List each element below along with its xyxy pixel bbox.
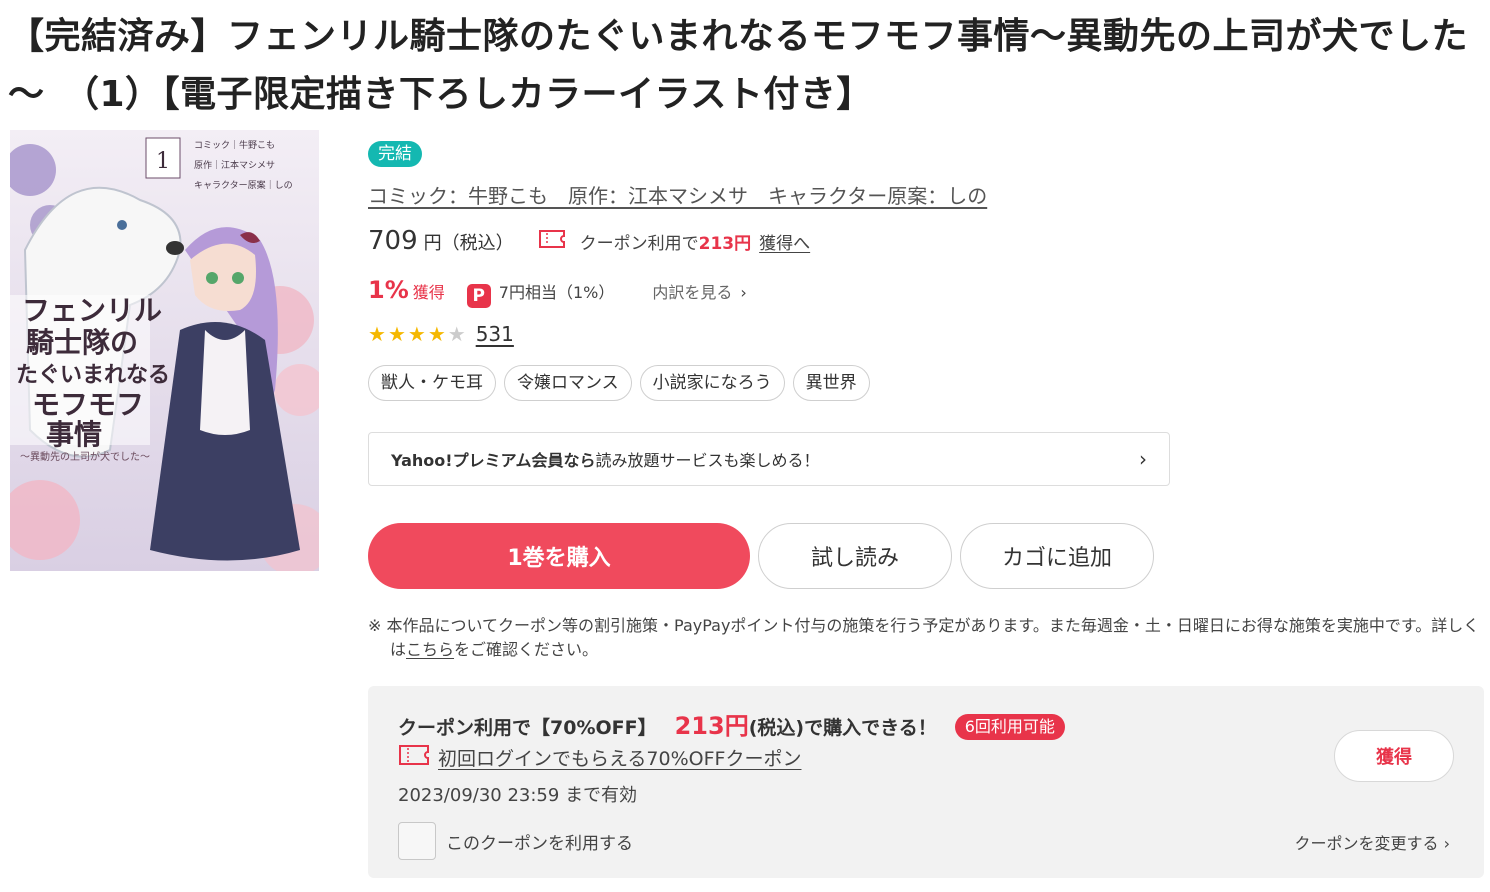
points-row: 1% 獲得 P 7円相当（1%） 内訳を見る ›: [368, 276, 747, 308]
star-icon: ★: [368, 322, 386, 346]
coupon-link[interactable]: クーポン利用で 213円 獲得へ: [538, 229, 810, 254]
coupon-use-toggle[interactable]: このクーポンを利用する: [398, 822, 633, 860]
coupon-price: 213円: [674, 712, 749, 740]
tag-chip[interactable]: 異世界: [792, 365, 870, 401]
star-icon: ★: [447, 322, 466, 346]
coupon-panel: クーポン利用で【70%OFF】 213円 (税込)で購入できる！ 6回利用可能 …: [368, 686, 1484, 878]
notice-link[interactable]: こちら: [406, 640, 454, 659]
tag-chip[interactable]: 獣人・ケモ耳: [368, 365, 496, 401]
rating: ★ ★ ★ ★ ★ 531: [368, 322, 514, 346]
page-title: 【完結済み】フェンリル騎士隊のたぐいまれなるモフモフ事情～異動先の上司が犬でした…: [8, 16, 1469, 115]
coupon-get-link[interactable]: 獲得へ: [759, 229, 810, 254]
status-badge: 完結: [368, 141, 422, 167]
review-count-link[interactable]: 531: [476, 322, 514, 346]
cover-volume: 1: [156, 149, 170, 174]
chevron-right-icon: ›: [740, 283, 747, 302]
cover-image[interactable]: フェンリル 騎士隊の たぐいまれなる モフモフ 事情 ～異動先の上司が犬でした～…: [10, 130, 319, 571]
buy-button[interactable]: 1巻を購入: [368, 523, 750, 589]
yahoo-premium-bold: Yahoo!プレミアム会員なら: [391, 451, 596, 470]
price-value: 709: [368, 226, 418, 256]
coupon-change-label: クーポンを変更する: [1294, 834, 1439, 853]
chevron-right-icon: ›: [1443, 834, 1450, 853]
tag-chip[interactable]: 令嬢ロマンス: [504, 365, 632, 401]
star-icon: ★: [407, 322, 426, 346]
coupon-lead: クーポン利用で【70%OFF】: [398, 717, 657, 739]
trial-read-button[interactable]: 試し読み: [758, 523, 952, 589]
cover-illustration: フェンリル 騎士隊の たぐいまれなる モフモフ 事情 ～異動先の上司が犬でした～…: [10, 130, 319, 571]
notice-suffix: をご確認ください。: [454, 640, 599, 659]
author-links[interactable]: コミック：牛野こも 原作：江本マシメサ キャラクター原案：しの: [368, 180, 987, 209]
points-breakdown-link[interactable]: 内訳を見る ›: [652, 279, 746, 303]
add-to-cart-button[interactable]: カゴに追加: [960, 523, 1154, 589]
star-icon: ★: [387, 322, 406, 346]
coupon-change-link[interactable]: クーポンを変更する ›: [1294, 830, 1450, 854]
yahoo-premium-text: 読み放題サービスも楽しめる！: [595, 451, 820, 470]
coupon-prefix: クーポン利用で: [579, 234, 699, 254]
coupon-name-link[interactable]: 初回ログインでもらえる70%OFFクーポン: [398, 744, 801, 771]
price-row: 709 円（税込） クーポン利用で 213円 獲得へ: [368, 226, 810, 256]
coupon-get-button[interactable]: 獲得: [1334, 730, 1454, 782]
points-yen-equivalent: 7円相当（1%）: [498, 283, 615, 302]
points-get-label: 獲得: [412, 283, 445, 302]
yahoo-premium-banner[interactable]: Yahoo!プレミアム会員なら 読み放題サービスも楽しめる！ ›: [368, 432, 1170, 486]
star-rating: ★ ★ ★ ★ ★: [368, 324, 466, 344]
paypay-icon: P: [466, 284, 491, 308]
coupon-use-checkbox[interactable]: [398, 822, 436, 860]
coupon-expiry: 2023/09/30 23:59 まで有効: [398, 785, 638, 806]
coupon-use-label: このクーポンを利用する: [446, 833, 633, 854]
coupon-uses-badge: 6回利用可能: [954, 714, 1065, 740]
coupon-tail: (税込)で購入できる！: [748, 717, 937, 739]
tag-chip[interactable]: 小説家になろう: [639, 365, 785, 401]
cover-subtitle: ～異動先の上司が犬でした～: [20, 450, 150, 463]
coupon-ticket-icon: [538, 229, 566, 254]
points-percent: 1%: [368, 276, 409, 304]
coupon-name: 初回ログインでもらえる70%OFFクーポン: [438, 748, 802, 770]
coupon-ticket-icon: [398, 744, 430, 771]
coupon-amount: 213円: [698, 234, 752, 254]
cover-credits: コミック｜牛野こも 原作｜江本マシメサ キャラクター原案｜しの: [194, 139, 293, 191]
coupon-headline: クーポン利用で【70%OFF】 213円 (税込)で購入できる！ 6回利用可能: [398, 706, 1065, 742]
price-unit: 円（税込）: [423, 233, 514, 254]
campaign-notice: ※ 本作品についてクーポン等の割引施策・PayPayポイント付与の施策を行う予定…: [368, 614, 1480, 662]
tag-list: 獣人・ケモ耳 令嬢ロマンス 小説家になろう 異世界: [368, 365, 870, 401]
star-icon: ★: [427, 322, 446, 346]
chevron-right-icon: ›: [1139, 447, 1147, 471]
breakdown-label: 内訳を見る: [652, 283, 733, 302]
